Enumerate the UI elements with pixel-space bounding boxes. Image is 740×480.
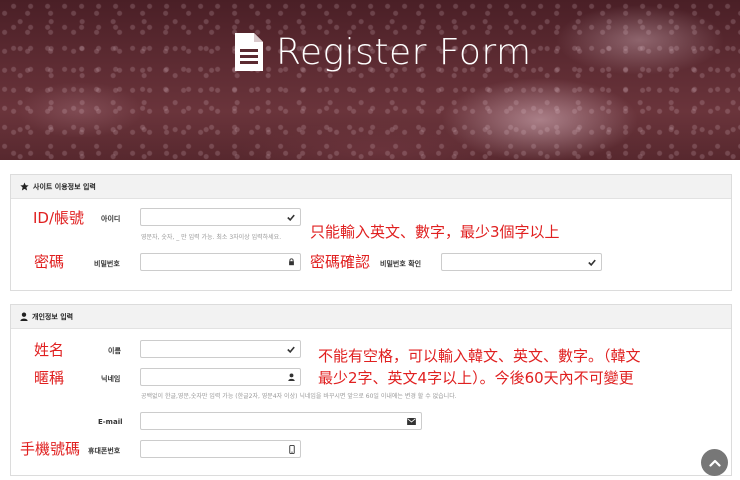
nickname-rule-line2: 最少2字、英文4字以上）。今後60天內不可變更 [318,369,634,387]
site-info-heading-text: 사이트 이용정보 입력 [33,182,96,191]
user-icon [288,373,295,381]
nickname-annotation: 暱稱 [34,369,65,387]
check-icon [287,214,295,221]
id-label: 아이디 [101,215,121,223]
password-input[interactable] [140,253,301,271]
password-confirm-annotation: 密碼確認 [310,253,371,271]
nickname-input[interactable] [140,368,301,386]
chevron-up-icon [708,459,721,467]
id-input[interactable] [140,208,301,226]
phone-label: 휴대폰번호 [88,447,121,455]
name-input[interactable] [140,340,301,358]
document-icon [235,33,263,71]
id-rule-annotation: 只能輸入英文、數字，最少3個字以上 [310,223,560,241]
mobile-icon [289,444,295,454]
password-confirm-input[interactable] [441,253,602,271]
password-confirm-label: 비밀번호 확인 [380,260,422,268]
name-label: 이름 [108,347,121,355]
email-label: E-mail [98,418,123,426]
envelope-icon [407,417,416,425]
nickname-help-text: 공백없이 한글,영문,숫자만 입력 가능 (한글2자, 영문4자 이상) 닉네임… [141,393,457,400]
page-title-text: Register Form [276,31,532,73]
password-annotation: 密碼 [34,253,65,271]
email-input[interactable] [140,412,422,430]
page-title: Register Form [232,28,532,76]
personal-info-heading: 개인정보 입력 [11,305,731,329]
lock-icon [289,258,294,266]
nickname-label: 닉네임 [101,375,121,383]
star-icon [20,182,29,191]
personal-info-heading-text: 개인정보 입력 [32,312,74,321]
site-info-heading: 사이트 이용정보 입력 [11,175,731,199]
scroll-to-top-button[interactable] [701,449,728,476]
check-icon [588,259,596,266]
banner-background [0,0,740,160]
header-banner: Register Form [0,0,740,160]
user-icon [20,312,28,321]
phone-input[interactable] [140,440,301,458]
name-annotation: 姓名 [34,341,65,359]
password-label: 비밀번호 [94,260,120,268]
id-help-text: 영문자, 숫자, _ 만 입력 가능. 최소 3자이상 입력하세요. [141,234,282,241]
check-icon [287,346,295,353]
id-annotation: ID/帳號 [33,209,85,227]
nickname-rule-line1: 不能有空格，可以輸入韓文、英文、數字。（韓文 [318,347,641,365]
phone-annotation: 手機號碼 [20,440,81,458]
